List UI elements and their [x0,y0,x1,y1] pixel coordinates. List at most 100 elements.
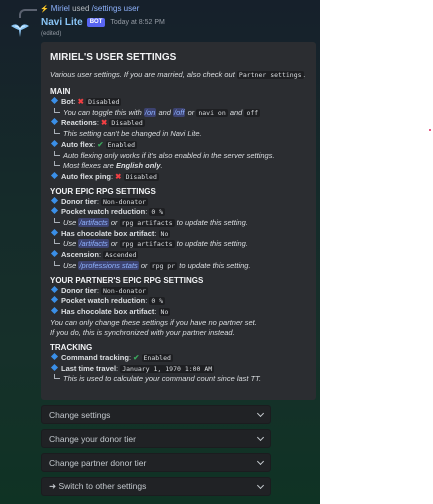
sub-connector-icon [54,374,60,380]
setting-value: Disabled [86,98,122,106]
bullet-icon [50,250,59,258]
note-text: Most flexes are [63,161,114,171]
command-link-artifacts[interactable]: /artifacts [78,218,109,228]
note-text: Use [63,239,77,249]
message-header: Navi Lite BOT Today at 8:52 PM [41,17,165,28]
setting-value: 0 % [149,208,166,217]
reply-command[interactable]: /settings user [92,4,140,13]
bullet-icon [50,285,59,293]
change-settings-select[interactable]: Change settings [41,405,271,424]
setting-command-tracking: Command tracking: ✔ Enabled [50,353,307,364]
chevron-down-icon [256,409,265,417]
setting-label: Donor tier [61,196,97,206]
embed-description: Various user settings. If you are marrie… [50,70,307,80]
section-tracking-heading: TRACKING [50,343,93,353]
note-text: to update this setting. [179,260,251,270]
bullet-icon [50,296,59,304]
cross-icon: ✖ [101,118,108,128]
setting-autoflex-ping: Auto flex ping: ✖ Disabled [50,171,307,183]
bot-name[interactable]: Navi Lite [41,17,83,28]
bullet-icon [50,207,59,215]
sub-connector-icon [54,260,60,266]
reply-connector [19,9,37,18]
reply-user[interactable]: Miriel [51,4,70,13]
note-text: to update this setting. [176,218,248,228]
sub-connector-icon [54,129,60,135]
setting-bot-note: You can toggle this with /on and /off or… [50,107,307,119]
setting-partner-chocolate-box: Has chocolate box artifact: No [50,306,307,318]
setting-donor-tier: Donor tier: Non-donator [50,196,307,208]
embed-title: MIRIEL'S USER SETTINGS [50,52,177,63]
partner-donor-tier-select[interactable]: Change partner donor tier [41,453,271,472]
note-text: Use [63,260,77,270]
bullet-icon [50,228,59,236]
sub-connector-icon [54,239,60,245]
bullet-icon [50,139,59,147]
note-code: rpg artifacts [119,219,175,228]
bullet-icon [50,363,59,371]
setting-partner-donor-tier: Donor tier: Non-donator [50,285,307,297]
note-text: and [229,107,243,117]
select-label: Change partner donor tier [49,457,147,468]
setting-value: Non-donator [101,197,149,206]
notification-dot [429,129,431,131]
setting-label: Bot [61,97,74,106]
section-partner-heading: YOUR PARTNER'S EPIC RPG SETTINGS [50,275,204,285]
command-link-professions[interactable]: /professions stats [78,260,139,270]
setting-partner-pocket-watch: Pocket watch reduction: 0 % [50,296,307,307]
donor-tier-select[interactable]: Change your donor tier [41,429,271,448]
setting-pocket-watch: Pocket watch reduction: 0 % [50,207,307,218]
command-link-off[interactable]: /off [173,107,186,117]
setting-label: Command tracking [61,353,129,363]
setting-reactions-note: This setting can't be changed in Navi Li… [50,129,307,140]
sub-connector-icon [54,161,60,167]
setting-last-time-travel-note: This is used to calculate your command c… [50,374,307,385]
note-bold: English only [115,161,161,171]
setting-label: Has chocolate box artifact [61,228,155,238]
chevron-down-icon [256,457,265,465]
setting-autoflex-note-2: Most flexes are English only. [50,161,307,172]
slash-command-icon: ⚡ [40,6,49,13]
setting-label: Auto flex [61,139,94,149]
chevron-down-icon [256,481,265,489]
section-main-heading: MAIN [50,87,71,96]
setting-reactions: Reactions: ✖ Disabled [50,118,307,129]
setting-label: Has chocolate box artifact [61,306,155,316]
setting-label: Ascension [61,250,99,260]
reply-context[interactable]: ⚡ Miriel used /settings user [40,4,139,13]
bullet-icon [50,353,59,361]
note-code: rpg artifacts [119,240,175,249]
desc-end: . [303,70,306,79]
cross-icon: ✖ [115,171,122,181]
setting-value: No [158,229,171,238]
note-text: You can toggle this with [63,107,142,117]
setting-value: Ascended [103,251,139,260]
sub-connector-icon [54,218,60,224]
bot-badge: BOT [86,18,106,27]
setting-label: Pocket watch reduction [61,296,146,306]
setting-bot: Bot: ✖ Disabled [50,96,307,108]
bullet-icon [50,118,59,126]
check-icon: ✔ [133,353,140,363]
command-link-artifacts[interactable]: /artifacts [78,239,109,249]
note-text: to update this setting. [176,239,248,249]
reply-verb: used [72,4,90,13]
sub-connector-icon [54,107,60,113]
note-text: and [158,107,171,117]
note-text: or [140,260,148,270]
note-text: This setting can't be changed in Navi Li… [63,129,202,139]
message-timestamp: Today at 8:52 PM [110,19,165,26]
command-link-on[interactable]: /on [143,107,157,117]
setting-value: Non-donator [101,286,149,295]
setting-value[interactable]: January 1, 1970 1:00 AM [120,364,215,373]
partner-note-1: You can only change these settings if yo… [50,317,257,327]
setting-value: Enabled [105,140,138,149]
setting-value: Disabled [109,119,145,128]
switch-settings-select[interactable]: ➜ Switch to other settings [41,477,271,496]
bot-avatar[interactable] [9,18,31,40]
chat-panel: ⚡ Miriel used /settings user Navi Lite BO… [0,0,320,504]
setting-label: Reactions [61,118,97,128]
bullet-icon [50,96,59,105]
note-code: rpg pr [149,261,178,270]
note-text: or [110,218,118,228]
